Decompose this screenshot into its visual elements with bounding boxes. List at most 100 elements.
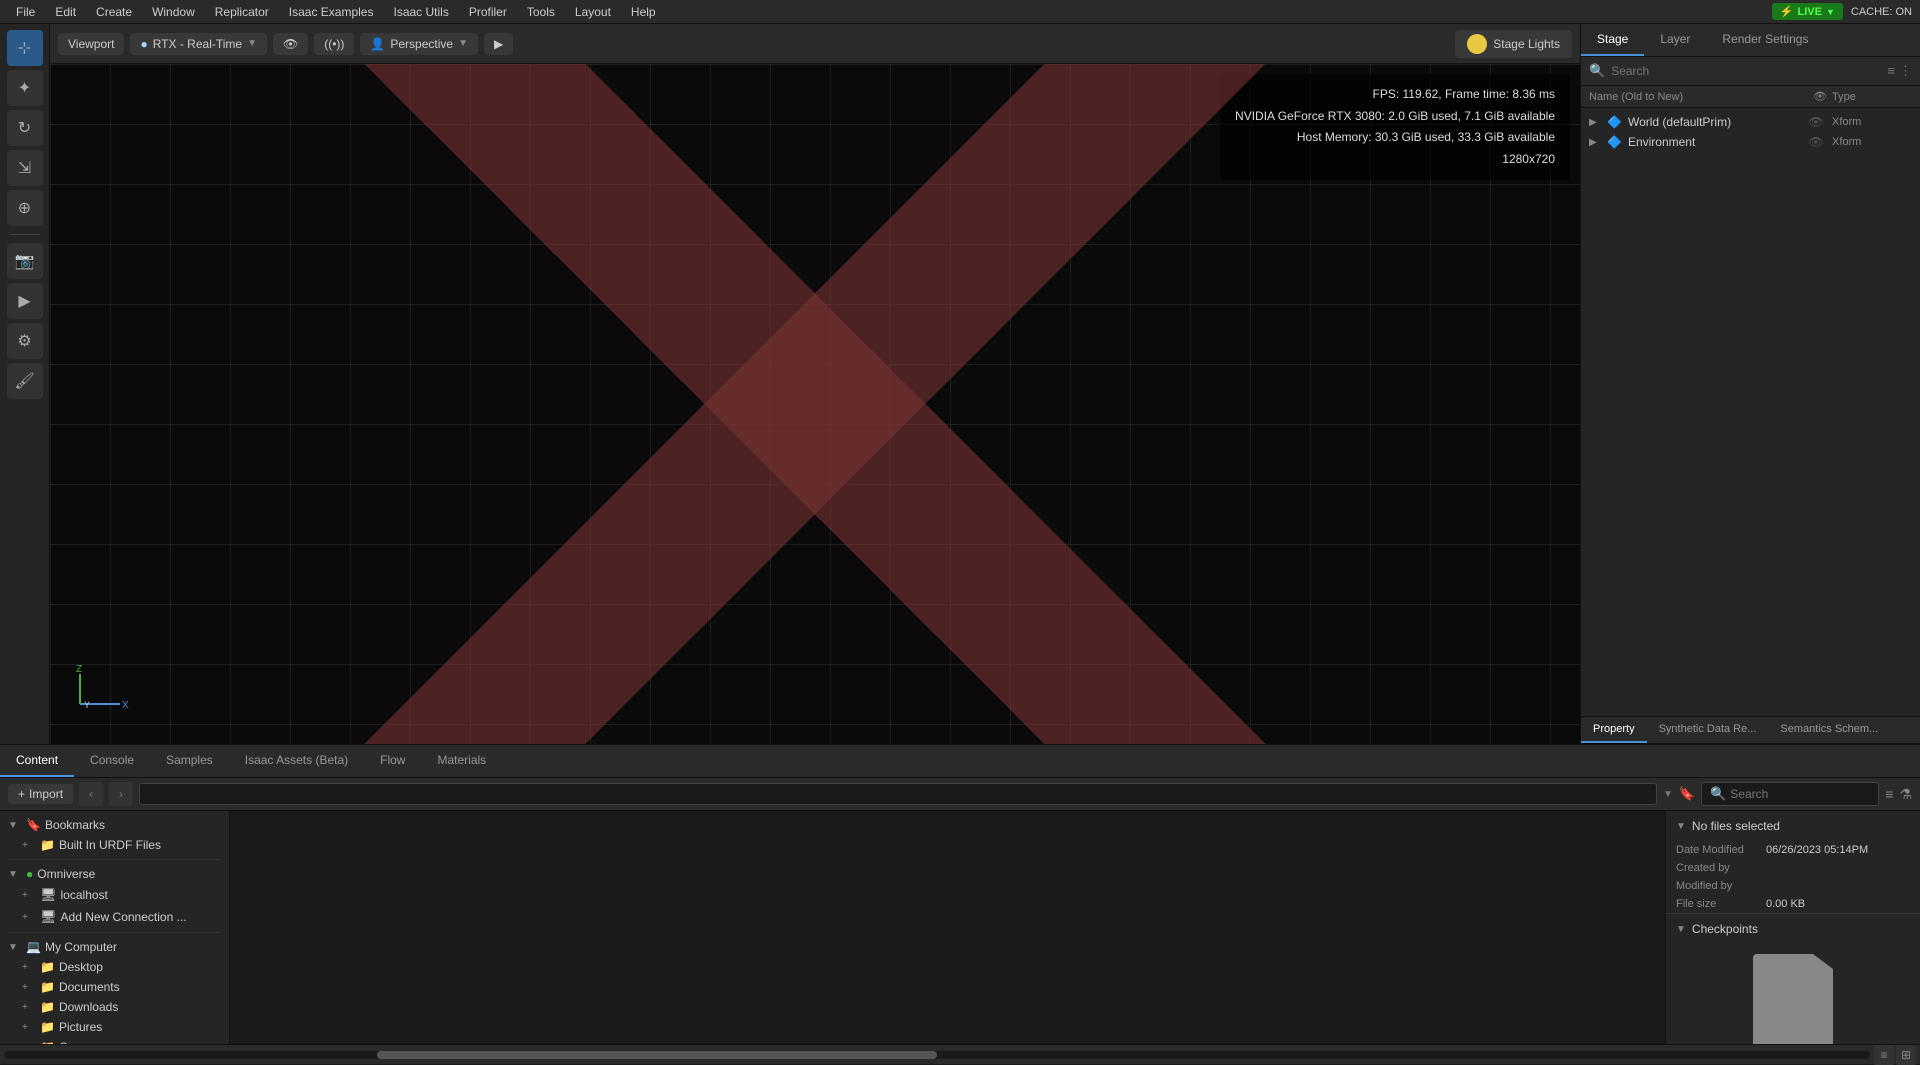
tab-flow[interactable]: Flow (364, 745, 421, 777)
filter-icon[interactable]: ≡ (1887, 63, 1895, 79)
file-preview-icon (1753, 954, 1833, 1044)
tree-item-world[interactable]: ▶ 🔷 World (defaultPrim) 👁 Xform (1581, 112, 1920, 132)
tab-console[interactable]: Console (74, 745, 150, 777)
menu-tools[interactable]: Tools (519, 3, 563, 21)
menu-replicator[interactable]: Replicator (207, 3, 277, 21)
camera-button[interactable]: 📷 (7, 243, 43, 279)
pictures-item[interactable]: + 📁 Pictures (0, 1017, 229, 1037)
omniverse-group[interactable]: ▼ ● Omniverse (0, 864, 229, 884)
bookmarks-group[interactable]: ▼ 🔖 Bookmarks (0, 815, 229, 835)
grid-view-button[interactable]: ⊞ (1896, 1045, 1916, 1065)
world-icon: 🔷 (1607, 115, 1622, 129)
tab-render-settings[interactable]: Render Settings (1706, 24, 1824, 56)
search-box: 🔍 (1701, 782, 1879, 806)
simulation-button[interactable]: ⚙ (7, 323, 43, 359)
downloads-item[interactable]: + 📁 Downloads (0, 997, 229, 1017)
tab-materials[interactable]: Materials (421, 745, 502, 777)
path-dropdown-icon[interactable]: ▼ (1663, 789, 1673, 800)
content-tabs: Content Console Samples Isaac Assets (Be… (0, 745, 1920, 778)
desktop-item[interactable]: + 📁 Desktop (0, 957, 229, 977)
downloads-label: Downloads (59, 1000, 118, 1014)
stage-lights-button[interactable]: Stage Lights (1455, 30, 1572, 58)
omniverse-icon: ● (26, 867, 33, 881)
more-icon[interactable]: ⋮ (1899, 63, 1912, 79)
viewport-canvas[interactable]: FPS: 119.62, Frame time: 8.36 ms NVIDIA … (50, 64, 1580, 744)
menu-help[interactable]: Help (623, 3, 664, 21)
env-icon: 🔷 (1607, 135, 1622, 149)
file-content-area[interactable] (230, 811, 1665, 1044)
scrollbar-thumb[interactable] (377, 1051, 937, 1059)
rtx-dropdown-icon: ▼ (247, 38, 257, 49)
stage-search-input[interactable] (1611, 64, 1881, 78)
chevron-right-icon: › (119, 787, 123, 801)
move-tool-button[interactable]: ✦ (7, 70, 43, 106)
stage-search-bar: 🔍 ≡ ⋮ (1581, 57, 1920, 86)
checkpoints-toggle-icon[interactable]: ▼ (1676, 924, 1686, 935)
my-computer-group[interactable]: ▼ 💻 My Computer (0, 937, 229, 957)
menu-file[interactable]: File (8, 3, 43, 21)
info-title: No files selected (1692, 819, 1780, 833)
rotate-tool-button[interactable]: ↻ (7, 110, 43, 146)
add-new-connection-item[interactable]: + 🖥 Add New Connection ... (0, 906, 229, 928)
world-type: Xform (1832, 116, 1912, 128)
content-panel: Content Console Samples Isaac Assets (Be… (0, 745, 1920, 1064)
menu-isaac-utils[interactable]: Isaac Utils (385, 3, 456, 21)
select-tool-button[interactable]: ⊹ (7, 30, 43, 66)
tab-stage[interactable]: Stage (1581, 24, 1644, 56)
world-eye-icon[interactable]: 👁 (1804, 115, 1828, 129)
localhost-item[interactable]: + 🖥 localhost (0, 884, 229, 906)
import-button[interactable]: + Import (8, 784, 73, 804)
menu-window[interactable]: Window (144, 3, 203, 21)
tab-content[interactable]: Content (0, 745, 74, 777)
menu-edit[interactable]: Edit (47, 3, 84, 21)
eye-view-button[interactable]: 👁 (273, 33, 308, 55)
tab-property[interactable]: Property (1581, 717, 1647, 743)
info-title-header: ▼ No files selected (1666, 811, 1920, 841)
tree-item-environment[interactable]: ▶ 🔷 Environment 👁 Xform (1581, 132, 1920, 152)
svg-text:Z: Z (76, 664, 82, 675)
bookmark-button[interactable]: 🔖 (1679, 786, 1695, 802)
search-input[interactable] (1730, 787, 1870, 801)
scale-tool-button[interactable]: ⇲ (7, 150, 43, 186)
scrollbar-track[interactable] (4, 1051, 1870, 1059)
property-tabs: Property Synthetic Data Re... Semantics … (1581, 716, 1920, 744)
date-modified-row: Date Modified 06/26/2023 05:14PM (1666, 841, 1920, 859)
tab-samples[interactable]: Samples (150, 745, 229, 777)
modified-by-label: Modified by (1676, 880, 1766, 892)
render-mode-button[interactable]: ((•)) (314, 33, 354, 55)
paint-button[interactable]: 🖌 (7, 363, 43, 399)
view-mode-button[interactable]: ≡ (1885, 786, 1893, 802)
env-label: Environment (1628, 135, 1800, 149)
menu-layout[interactable]: Layout (567, 3, 619, 21)
tab-synthetic-data[interactable]: Synthetic Data Re... (1647, 717, 1769, 743)
documents-item[interactable]: + 📁 Documents (0, 977, 229, 997)
menu-create[interactable]: Create (88, 3, 140, 21)
tab-isaac-assets[interactable]: Isaac Assets (Beta) (229, 745, 364, 777)
menu-profiler[interactable]: Profiler (461, 3, 515, 21)
nav-forward-button[interactable]: › (109, 782, 133, 806)
list-view-button[interactable]: ≡ (1874, 1045, 1894, 1065)
nav-back-button[interactable]: ‹ (79, 782, 103, 806)
tab-semantics-schema[interactable]: Semantics Schem... (1768, 717, 1890, 743)
omniverse-label: Omniverse (37, 867, 95, 881)
built-in-urdf-item[interactable]: + 📁 Built In URDF Files (0, 835, 229, 855)
live-badge[interactable]: ⚡ LIVE ▼ (1772, 3, 1843, 20)
folder-icon: 📁 (40, 838, 55, 852)
viewport-options-button[interactable]: ▶ (484, 33, 513, 55)
host-stat: Host Memory: 30.3 GiB used, 33.3 GiB ava… (1235, 127, 1555, 149)
tab-layer[interactable]: Layer (1644, 24, 1706, 56)
documents-expand-icon: + (22, 982, 36, 993)
animation-button[interactable]: ▶ (7, 283, 43, 319)
universal-tool-button[interactable]: ⊕ (7, 190, 43, 226)
c-drive-item[interactable]: + 📁 C: (0, 1037, 229, 1044)
rtx-mode-button[interactable]: ● RTX - Real-Time ▼ (130, 33, 267, 55)
camera-perspective-button[interactable]: 👤 Perspective ▼ (360, 33, 478, 55)
info-toggle-icon[interactable]: ▼ (1676, 821, 1686, 832)
path-input[interactable] (139, 783, 1657, 805)
rtx-label: RTX - Real-Time (153, 37, 242, 51)
env-eye-icon[interactable]: 👁 (1804, 135, 1828, 149)
divider2 (8, 932, 221, 933)
filter-button[interactable]: ⚗ (1899, 786, 1912, 803)
menu-isaac-examples[interactable]: Isaac Examples (281, 3, 382, 21)
viewport-title-btn[interactable]: Viewport (58, 33, 124, 55)
